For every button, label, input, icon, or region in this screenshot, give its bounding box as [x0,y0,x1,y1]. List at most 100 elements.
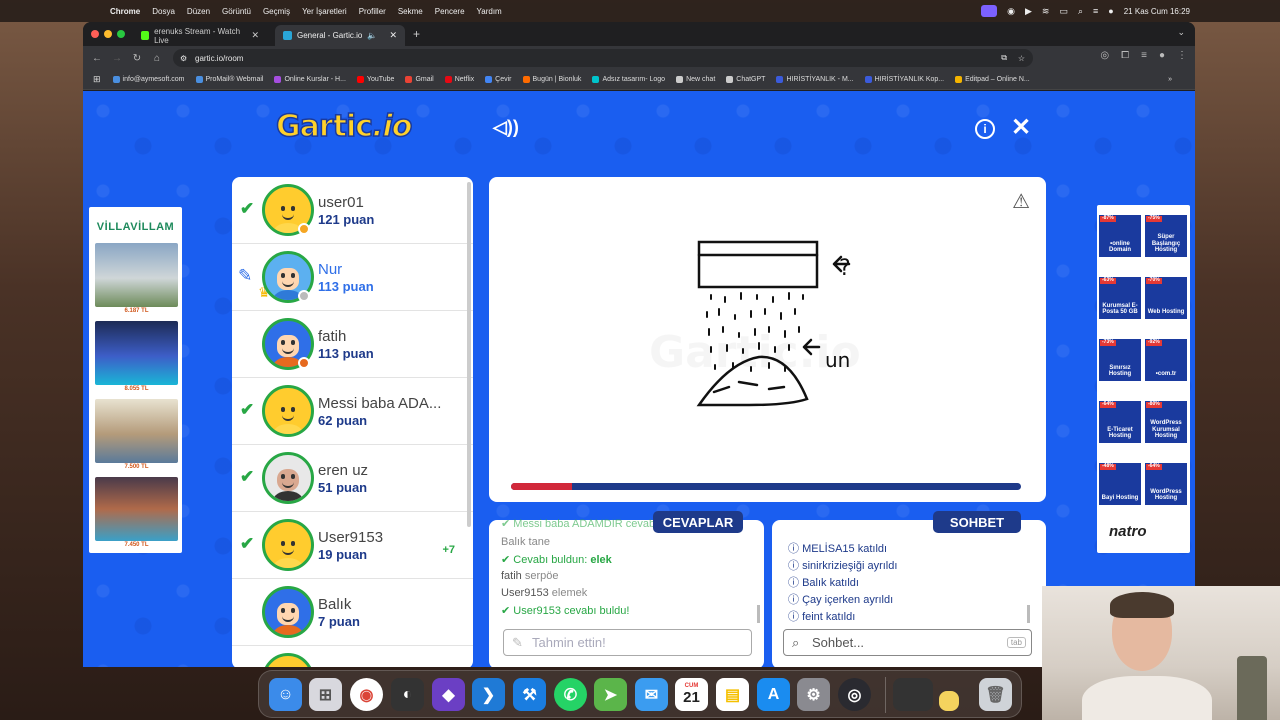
xcode-icon[interactable]: ⚒ [513,678,546,711]
player-row[interactable]: ✔ eren uz 51 puan [232,445,473,512]
hosting-tile[interactable]: -80% WordPress Kurumsal Hosting [1145,401,1187,443]
launchpad-icon[interactable]: ⊞ [309,678,342,711]
recent-window-thumbnail[interactable] [893,678,933,711]
player-row[interactable]: ✔ user01 121 puan [232,177,473,244]
player-row[interactable]: Balık 7 puan [232,579,473,646]
menu-yardim[interactable]: Yardım [477,7,502,16]
bookmark-item[interactable]: HIRİSTİYANLIK - M... [776,76,854,83]
extensions-puzzle-icon[interactable]: ⧠ [1121,50,1129,61]
sound-icon[interactable]: ◁)) [493,117,519,138]
more-menu-icon[interactable]: ⋮ [1177,50,1187,61]
minimize-window-icon[interactable] [104,30,112,38]
tab-kick-stream[interactable]: erenuks Stream - Watch Live ✕ [133,25,267,46]
apps-grid-icon[interactable]: ⊞ [93,74,101,85]
site-info-icon[interactable]: ⚙ [180,54,187,63]
hosting-tile[interactable]: -64% WordPress Hosting [1145,463,1187,505]
menu-profiller[interactable]: Profiller [359,7,386,16]
menu-gecmis[interactable]: Geçmiş [263,7,290,16]
bookmark-item[interactable]: info@aymesoft.com [112,76,185,83]
villa-photo[interactable] [95,477,178,541]
siri-icon[interactable]: ● [1108,6,1113,16]
whatsapp-icon[interactable]: ✆ [554,678,587,711]
bookmark-item[interactable]: New chat [676,76,715,83]
tab-close-icon[interactable]: ✕ [389,30,397,41]
bookmark-item[interactable]: Gmail [405,76,434,83]
villa-photo[interactable] [95,399,178,463]
extension-icon[interactable]: ◎ [1100,50,1109,61]
menu-goruntu[interactable]: Görüntü [222,7,251,16]
menu-dosya[interactable]: Dosya [152,7,175,16]
player-row[interactable]: ✔ User9153 19 puan +7 [232,512,473,579]
mail-icon[interactable]: ✉ [635,678,668,711]
bookmark-item[interactable]: ChatGPT [726,76,765,83]
profile-avatar-icon[interactable]: ● [1159,50,1165,61]
tab-search-chevron-icon[interactable]: ⌄ [1177,27,1185,38]
calendar-icon[interactable]: CUM 21 [675,678,708,711]
bookmark-star-icon[interactable]: ☆ [1018,54,1025,63]
villa-ad[interactable]: VİLLAVİLLAM 6.187 TL 8.055 TL 7.500 TL 7… [89,207,182,553]
info-icon[interactable]: i [975,119,995,139]
menu-duzen[interactable]: Düzen [187,7,210,16]
speaker-icon[interactable]: 🔈 [367,31,377,40]
visual-studio-icon[interactable]: ◆ [432,678,465,711]
bookmark-item[interactable]: Netflix [444,76,474,83]
bookmark-item[interactable]: Adsız tasarım- Logo [592,76,665,83]
answer-input[interactable]: ✎ Tahmin ettin! [503,629,752,656]
chat-scrollbar[interactable] [1027,605,1030,623]
answers-scrollbar[interactable] [757,605,760,623]
chat-input[interactable]: ⌕ Sohbet... tab [783,629,1032,656]
finder-icon[interactable]: ☺ [269,678,302,711]
media-icon[interactable]: ≡ [1141,50,1147,61]
bookmark-item[interactable]: HIRİSTİYANLIK Kop... [864,76,944,83]
search-icon[interactable]: ⌕ [1078,6,1083,17]
back-icon[interactable]: ← [87,53,107,64]
menu-app-name[interactable]: Chrome [110,7,140,16]
home-icon[interactable]: ⌂ [147,53,167,64]
player-row[interactable]: ✎ ♛ Nur 113 puan [232,244,473,311]
obs-studio-icon[interactable]: ◎ [838,678,871,711]
system-settings-icon[interactable]: ⚙ [797,678,830,711]
forward-icon[interactable]: → [107,53,127,64]
play-icon[interactable]: ▶ [1025,6,1032,17]
close-icon[interactable]: ✕ [1011,113,1031,142]
hosting-tile[interactable]: -63% Kurumsal E-Posta 50 GB [1099,277,1141,319]
menubar-clock[interactable]: 21 Kas Cum 16:29 [1124,7,1190,16]
villa-photo[interactable] [95,243,178,307]
new-tab-icon[interactable]: + [413,27,420,41]
notes-icon[interactable]: ▤ [716,678,749,711]
chrome-icon[interactable]: ◉ [350,678,383,711]
screen-record-icon[interactable] [981,5,998,17]
user-icon[interactable]: ◉ [1007,6,1015,17]
drawing-canvas[interactable]: ⚠ Gartic.io [489,177,1046,502]
player-list-scrollbar[interactable] [467,182,471,527]
battery-icon[interactable]: ▭ [1059,6,1068,17]
tab-gartic[interactable]: General - Gartic.io 🔈 ✕ [275,25,405,46]
tab-close-icon[interactable]: ✕ [251,30,259,41]
bookmark-item[interactable]: Online Kurslar - H... [274,76,346,83]
more-bookmarks-icon[interactable]: » [1168,76,1172,83]
bookmark-item[interactable]: Editpad – Online N... [955,76,1030,83]
player-row[interactable]: ✔ Messi baba ADA... 62 puan [232,378,473,445]
hosting-tile[interactable]: -48% Bayi Hosting [1099,463,1141,505]
wifi-icon[interactable]: ≋ [1042,6,1050,17]
player-row[interactable]: fatih 113 puan [232,311,473,378]
hosting-tile[interactable]: -75% Süper Başlangıç Hosting [1145,215,1187,257]
tab-answers[interactable]: CEVAPLAR [653,511,743,533]
menu-yer-isaretleri[interactable]: Yer İşaretleri [302,7,347,16]
hosting-tile[interactable]: -73% Sınırsız Hosting [1099,339,1141,381]
maps-icon[interactable]: ➤ [594,678,627,711]
install-icon[interactable]: ⧉ [1001,53,1007,63]
natro-hosting-ad[interactable]: -87% •online Domain -75% Süper Başlangıç H… [1097,205,1190,553]
vscode-icon[interactable]: ❯ [472,678,505,711]
obs-icon[interactable]: ◐ [391,678,424,711]
app-store-icon[interactable]: A [757,678,790,711]
bookmark-item[interactable]: YouTube [356,76,394,83]
menu-sekme[interactable]: Sekme [398,7,423,16]
bookmark-item[interactable]: ProMail® Webmail [195,76,263,83]
address-bar[interactable]: ⚙ gartic.io/room ⧉ ☆ [173,49,1033,67]
recent-document-icon[interactable] [939,691,959,711]
maximize-window-icon[interactable] [117,30,125,38]
trash-icon[interactable]: 🗑 [979,678,1012,711]
bookmark-item[interactable]: Çevir [485,76,512,83]
bookmark-item[interactable]: Bugün | Bionluk [522,76,581,83]
